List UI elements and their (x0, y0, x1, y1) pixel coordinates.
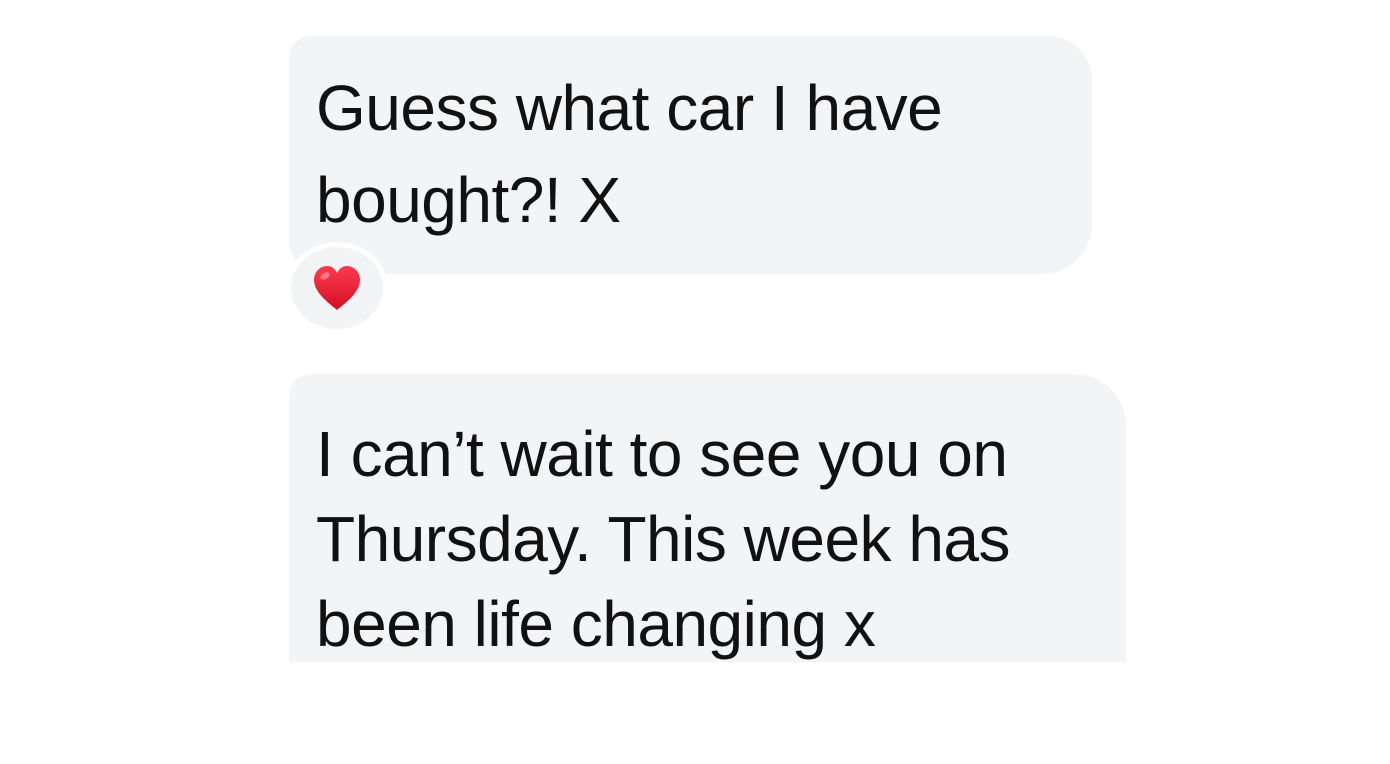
heart-icon (311, 264, 363, 312)
message-bubble[interactable]: Guess what car I have bought?! X (289, 36, 1092, 274)
message-text: Guess what car I have bought?! X (316, 72, 943, 236)
message-text: I can’t wait to see you on Thursday. Thi… (316, 418, 1011, 660)
message-bubble[interactable]: I can’t wait to see you on Thursday. Thi… (289, 374, 1126, 662)
reaction-badge[interactable] (286, 242, 388, 334)
